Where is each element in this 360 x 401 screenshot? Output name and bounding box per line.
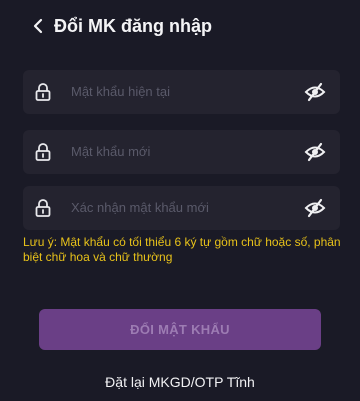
- lock-icon: [34, 142, 52, 162]
- lock-icon: [34, 82, 52, 102]
- current-password-field[interactable]: Mật khẩu hiện tại: [23, 70, 340, 114]
- back-icon[interactable]: [28, 16, 48, 36]
- confirm-password-field[interactable]: Xác nhận mật khẩu mới: [23, 186, 340, 230]
- current-password-input[interactable]: Mật khẩu hiện tại: [71, 84, 170, 100]
- eye-off-icon[interactable]: [304, 142, 326, 162]
- new-password-field[interactable]: Mật khẩu mới: [23, 130, 340, 174]
- new-password-input[interactable]: Mật khẩu mới: [71, 144, 150, 160]
- password-rule-note: Lưu ý: Mật khẩu có tối thiểu 6 ký tự gồm…: [23, 235, 341, 264]
- confirm-password-input[interactable]: Xác nhận mật khẩu mới: [71, 200, 209, 216]
- change-password-button[interactable]: ĐỔI MẬT KHẨU: [39, 309, 321, 350]
- header: Đổi MK đăng nhập: [0, 0, 360, 50]
- reset-pin-otp-link[interactable]: Đặt lại MKGD/OTP Tĩnh: [0, 373, 360, 391]
- eye-off-icon[interactable]: [304, 82, 326, 102]
- eye-off-icon[interactable]: [304, 198, 326, 218]
- page-title: Đổi MK đăng nhập: [54, 16, 212, 36]
- lock-icon: [34, 198, 52, 218]
